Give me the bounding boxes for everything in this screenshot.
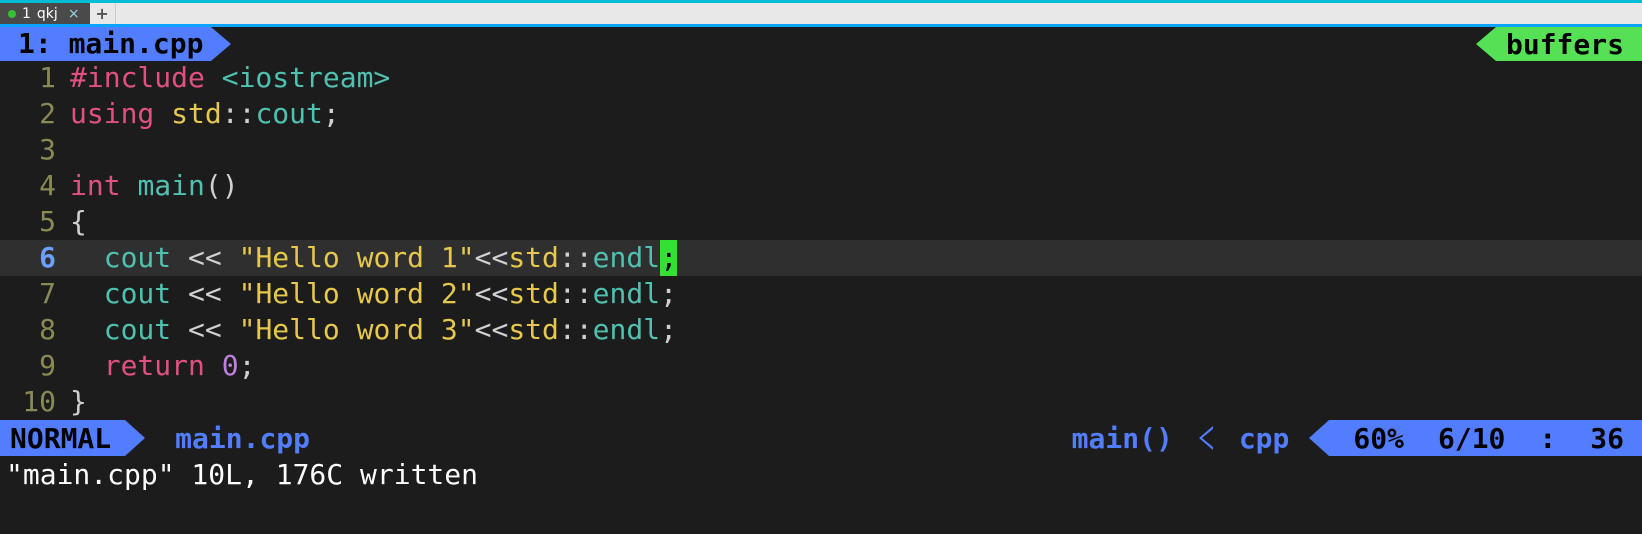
token: ::: [222, 96, 256, 132]
status-line-count: 6/10: [1438, 422, 1505, 455]
code-line[interactable]: 3: [0, 132, 1642, 168]
token: #include: [70, 60, 222, 96]
code-content[interactable]: cout << "Hello word 1"<<std::endl;: [70, 240, 1642, 276]
buffer-tab-active[interactable]: 1: main.cpp: [0, 27, 211, 61]
code-content[interactable]: }: [70, 384, 1642, 420]
code-content[interactable]: #include <iostream>: [70, 60, 1642, 96]
mode-indicator: NORMAL: [0, 420, 125, 456]
token: std: [171, 96, 222, 132]
token: cout: [255, 96, 322, 132]
code-line[interactable]: 10}: [0, 384, 1642, 420]
token: "Hello word 3": [239, 312, 475, 348]
token: ;: [660, 312, 677, 348]
token: <<: [171, 276, 238, 312]
window-tab-bar: 1 qkj × +: [0, 0, 1642, 24]
code-content[interactable]: int main(): [70, 168, 1642, 204]
code-content[interactable]: using std::cout;: [70, 96, 1642, 132]
token: endl: [593, 276, 660, 312]
token: main: [137, 168, 204, 204]
buffer-filename: main.cpp: [69, 27, 204, 60]
token: ;: [239, 348, 256, 384]
token: [70, 312, 104, 348]
window-tab-index: 1: [22, 6, 31, 22]
token: std: [508, 312, 559, 348]
token: <<: [475, 276, 509, 312]
code-line[interactable]: 4int main(): [0, 168, 1642, 204]
code-line[interactable]: 2using std::cout;: [0, 96, 1642, 132]
token: ::: [559, 240, 593, 276]
line-number: 6: [0, 240, 70, 276]
token: std: [508, 240, 559, 276]
token: (): [205, 168, 239, 204]
status-position: 60% 6/10 : 36: [1329, 420, 1642, 456]
buffer-line: 1: main.cpp buffers: [0, 24, 1642, 60]
line-number: 4: [0, 168, 70, 204]
code-content[interactable]: return 0;: [70, 348, 1642, 384]
token: endl: [593, 240, 660, 276]
plus-icon: +: [95, 4, 108, 23]
token: [70, 276, 104, 312]
code-editor[interactable]: 1#include <iostream>2using std::cout;34i…: [0, 60, 1642, 420]
status-filetype: cpp: [1239, 422, 1290, 455]
buffers-label[interactable]: buffers: [1496, 27, 1642, 61]
token: 0: [222, 348, 239, 384]
token: }: [70, 384, 87, 420]
token: "Hello word 2": [239, 276, 475, 312]
status-percent: 60%: [1353, 422, 1404, 455]
line-number: 8: [0, 312, 70, 348]
line-number: 1: [0, 60, 70, 96]
chevron-left-icon: [1199, 426, 1213, 450]
code-line[interactable]: 8 cout << "Hello word 3"<<std::endl;: [0, 312, 1642, 348]
token: [70, 348, 104, 384]
code-content[interactable]: {: [70, 204, 1642, 240]
status-col: 36: [1590, 422, 1624, 455]
token: [70, 240, 104, 276]
status-filename: main.cpp: [175, 422, 310, 455]
code-content[interactable]: cout << "Hello word 3"<<std::endl;: [70, 312, 1642, 348]
token: <<: [171, 240, 238, 276]
close-icon[interactable]: ×: [68, 6, 80, 22]
command-line[interactable]: "main.cpp" 10L, 176C written: [0, 456, 1642, 492]
token: int: [70, 168, 137, 204]
status-context: main() cpp: [1072, 422, 1330, 455]
status-line: NORMAL main.cpp main() cpp 60% 6/10 : 36: [0, 420, 1642, 456]
window-tab-title: qkj: [37, 6, 58, 22]
code-line[interactable]: 9 return 0;: [0, 348, 1642, 384]
token: return: [104, 348, 222, 384]
code-line-cursor[interactable]: 6 cout << "Hello word 1"<<std::endl;: [0, 240, 1642, 276]
token: using: [70, 96, 171, 132]
token: <iostream>: [222, 60, 391, 96]
code-line[interactable]: 7 cout << "Hello word 2"<<std::endl;: [0, 276, 1642, 312]
token: ;: [323, 96, 340, 132]
token: cout: [104, 276, 171, 312]
token: {: [70, 204, 87, 240]
status-func: main(): [1072, 422, 1173, 455]
token: ::: [559, 312, 593, 348]
code-content[interactable]: cout << "Hello word 2"<<std::endl;: [70, 276, 1642, 312]
token: ;: [660, 276, 677, 312]
cursor-block: ;: [660, 240, 677, 276]
line-number: 2: [0, 96, 70, 132]
token: <<: [475, 240, 509, 276]
status-col-sep: :: [1539, 422, 1556, 455]
token: endl: [593, 312, 660, 348]
line-number: 7: [0, 276, 70, 312]
token: cout: [104, 240, 171, 276]
active-dot-icon: [8, 10, 16, 18]
new-tab-button[interactable]: +: [90, 3, 116, 24]
token: cout: [104, 312, 171, 348]
token: "Hello word 1": [239, 240, 475, 276]
window-tab-active[interactable]: 1 qkj ×: [0, 3, 90, 24]
line-number: 3: [0, 132, 70, 168]
code-line[interactable]: 1#include <iostream>: [0, 60, 1642, 96]
line-number: 5: [0, 204, 70, 240]
line-number: 9: [0, 348, 70, 384]
token: std: [508, 276, 559, 312]
buffer-index: 1:: [18, 27, 52, 60]
line-number: 10: [0, 384, 70, 420]
token: <<: [171, 312, 238, 348]
token: ::: [559, 276, 593, 312]
code-line[interactable]: 5{: [0, 204, 1642, 240]
token: <<: [475, 312, 509, 348]
